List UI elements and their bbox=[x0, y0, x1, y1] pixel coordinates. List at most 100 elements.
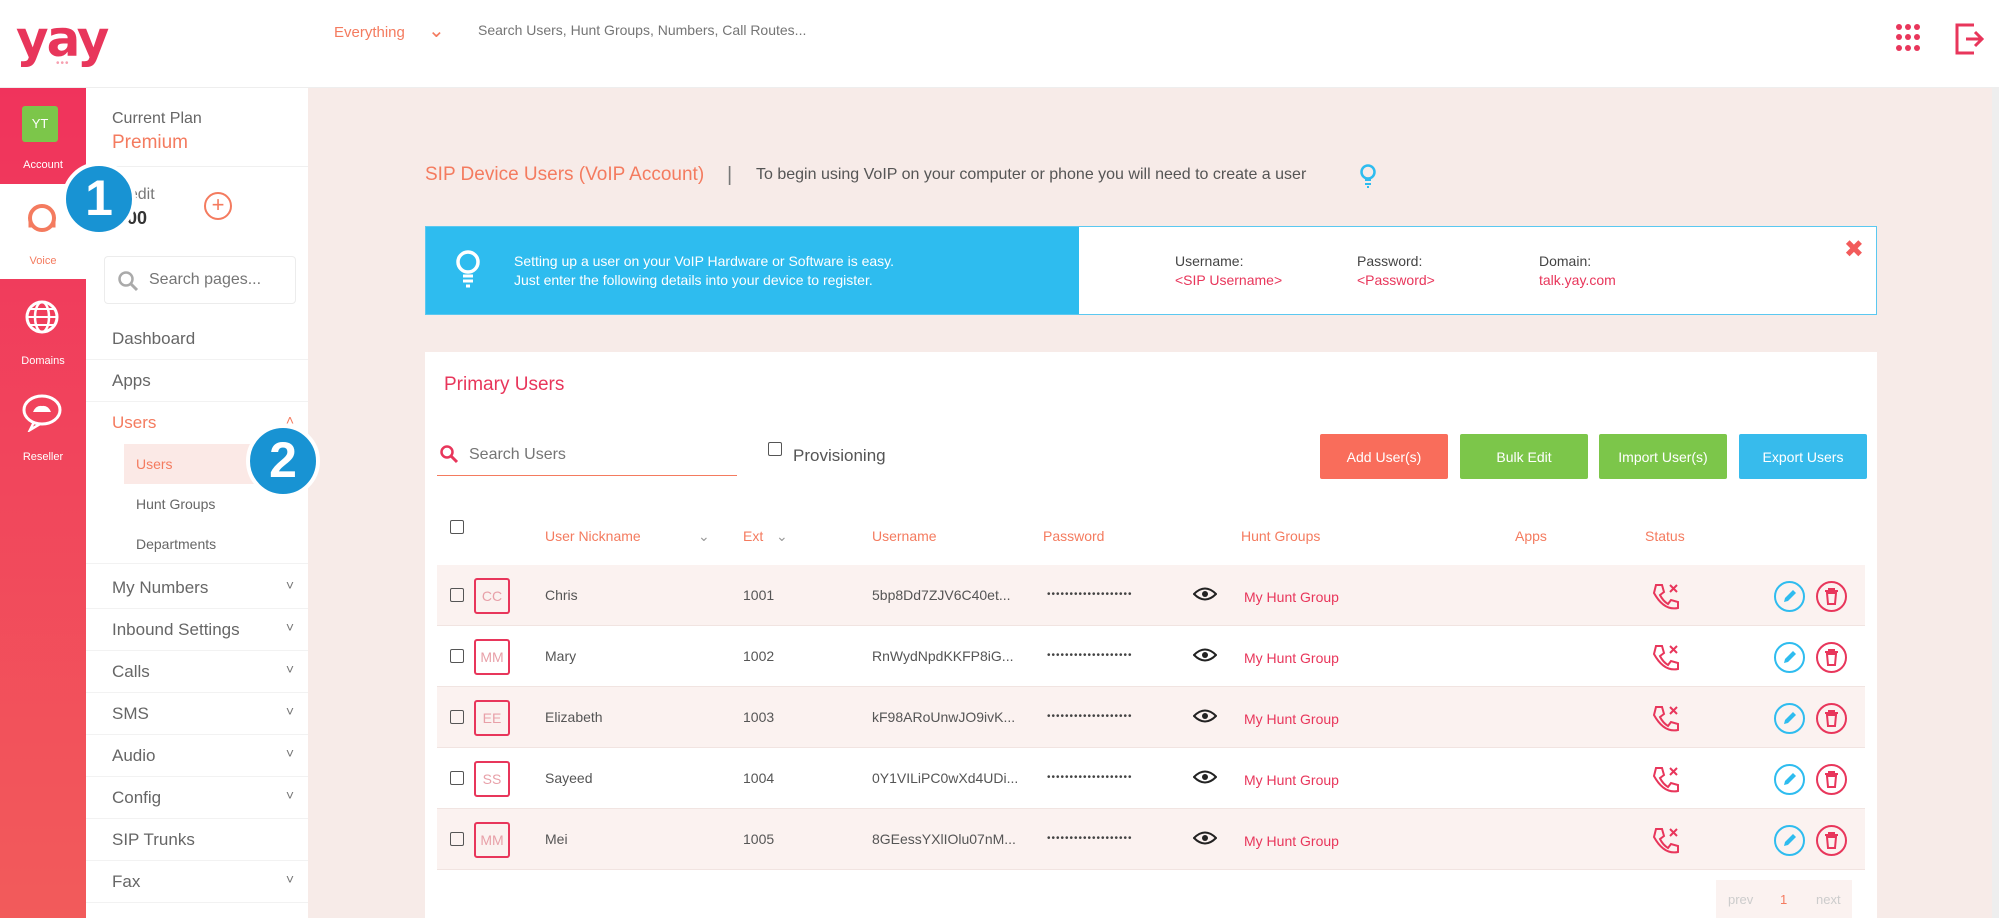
user-hunt-group-link[interactable]: My Hunt Group bbox=[1244, 650, 1339, 666]
global-search-input[interactable] bbox=[478, 22, 1178, 38]
nav-item-dashboard[interactable]: Dashboard bbox=[86, 318, 308, 360]
trash-icon bbox=[1825, 710, 1838, 727]
provisioning-label: Provisioning bbox=[793, 446, 886, 465]
edit-button[interactable] bbox=[1774, 764, 1805, 795]
nav-item-label: My Numbers bbox=[112, 578, 209, 597]
nav-search-input[interactable] bbox=[149, 271, 289, 289]
logo-dots-icon: ••• bbox=[56, 58, 70, 69]
plan-value[interactable]: Premium bbox=[112, 132, 188, 154]
username-label: Username: bbox=[1175, 253, 1244, 269]
edit-button[interactable] bbox=[1774, 581, 1805, 612]
avatar: MM bbox=[474, 822, 510, 858]
user-hunt-group-link[interactable]: My Hunt Group bbox=[1244, 772, 1339, 788]
import-users-button[interactable]: Import User(s) bbox=[1599, 434, 1727, 479]
chevron-down-icon[interactable]: ⌄ bbox=[776, 528, 788, 545]
avatar: MM bbox=[474, 639, 510, 675]
lightbulb-icon[interactable] bbox=[1359, 163, 1377, 189]
nav-search[interactable] bbox=[104, 256, 296, 304]
row-checkbox[interactable] bbox=[450, 832, 464, 846]
chevron-down-icon[interactable]: ⌄ bbox=[698, 528, 710, 545]
table-row[interactable]: MM Mary 1002 RnWydNpdKKFP8iG... ••••••••… bbox=[437, 626, 1865, 687]
search-scope-select[interactable]: Everything bbox=[334, 24, 405, 41]
column-header-nickname[interactable]: User Nickname bbox=[545, 528, 641, 544]
edit-button[interactable] bbox=[1774, 703, 1805, 734]
trash-icon bbox=[1825, 832, 1838, 849]
scrollbar[interactable] bbox=[1992, 88, 1999, 918]
delete-button[interactable] bbox=[1816, 825, 1847, 856]
export-users-button[interactable]: Export Users bbox=[1739, 434, 1867, 479]
rail-item-account[interactable]: YT Account bbox=[0, 88, 86, 183]
edit-button[interactable] bbox=[1774, 825, 1805, 856]
add-credit-button[interactable]: + bbox=[204, 192, 232, 220]
page-number[interactable]: 1 bbox=[1780, 892, 1787, 907]
delete-button[interactable] bbox=[1816, 764, 1847, 795]
user-hunt-group-link[interactable]: My Hunt Group bbox=[1244, 833, 1339, 849]
chevron-down-icon[interactable]: ⌄ bbox=[428, 18, 445, 43]
banner-info-panel: Setting up a user on your VoIP Hardware … bbox=[426, 227, 1079, 314]
edit-button[interactable] bbox=[1774, 642, 1805, 673]
close-icon[interactable]: ✖ bbox=[1844, 235, 1864, 264]
nav-item-my-numbers[interactable]: My Numbers ˅ bbox=[86, 567, 308, 609]
nav-item-sms[interactable]: SMS ˅ bbox=[86, 693, 308, 735]
select-all-checkbox[interactable] bbox=[450, 520, 464, 534]
table-row[interactable]: EE Elizabeth 1003 kF98ARoUnwJO9ivK... ••… bbox=[437, 687, 1865, 748]
rail-item-reseller[interactable]: Reseller bbox=[0, 380, 86, 475]
phone-missed-icon bbox=[1652, 767, 1679, 793]
nav-item-calls[interactable]: Calls ˅ bbox=[86, 651, 308, 693]
column-header-password: Password bbox=[1043, 528, 1105, 544]
rail-label: Reseller bbox=[22, 451, 64, 463]
globe-icon bbox=[25, 300, 59, 334]
eye-icon[interactable] bbox=[1193, 708, 1217, 724]
user-hunt-group-link[interactable]: My Hunt Group bbox=[1244, 589, 1339, 605]
user-username: kF98ARoUnwJO9ivK... bbox=[872, 709, 1016, 725]
delete-button[interactable] bbox=[1816, 642, 1847, 673]
nav-item-audio[interactable]: Audio ˅ bbox=[86, 735, 308, 777]
logout-icon[interactable] bbox=[1954, 22, 1984, 56]
user-search-input[interactable] bbox=[469, 446, 719, 464]
nav-sub-departments[interactable]: Departments bbox=[86, 524, 308, 564]
user-nickname: Elizabeth bbox=[545, 709, 603, 725]
prev-page-button[interactable]: prev bbox=[1728, 892, 1753, 907]
user-password: ••••••••••••••••••• bbox=[1047, 711, 1133, 722]
eye-icon[interactable] bbox=[1193, 647, 1217, 663]
nav-item-label: Calls bbox=[112, 662, 150, 681]
row-checkbox[interactable] bbox=[450, 649, 464, 663]
pencil-icon bbox=[1784, 590, 1796, 602]
eye-icon[interactable] bbox=[1193, 769, 1217, 785]
table-row[interactable]: MM Mei 1005 8GEessYXlIOlu07nM... •••••••… bbox=[437, 809, 1865, 870]
provisioning-checkbox[interactable] bbox=[768, 442, 782, 456]
add-users-button[interactable]: Add User(s) bbox=[1320, 434, 1448, 479]
column-header-hunt-groups: Hunt Groups bbox=[1241, 528, 1321, 544]
delete-button[interactable] bbox=[1816, 581, 1847, 612]
apps-grid-icon[interactable] bbox=[1896, 24, 1920, 52]
row-checkbox[interactable] bbox=[450, 771, 464, 785]
nav-item-sip-trunks[interactable]: SIP Trunks bbox=[86, 819, 308, 861]
trash-icon bbox=[1825, 588, 1838, 605]
nav-item-fax[interactable]: Fax ˅ bbox=[86, 861, 308, 903]
trash-icon bbox=[1825, 771, 1838, 788]
row-checkbox[interactable] bbox=[450, 710, 464, 724]
nav-item-apps[interactable]: Apps bbox=[86, 360, 308, 402]
eye-icon[interactable] bbox=[1193, 586, 1217, 602]
delete-button[interactable] bbox=[1816, 703, 1847, 734]
user-hunt-group-link[interactable]: My Hunt Group bbox=[1244, 711, 1339, 727]
phone-missed-icon bbox=[1652, 706, 1679, 732]
rail-item-domains[interactable]: Domains bbox=[0, 284, 86, 379]
bulk-edit-button[interactable]: Bulk Edit bbox=[1460, 434, 1588, 479]
eye-icon[interactable] bbox=[1193, 830, 1217, 846]
table-row[interactable]: CC Chris 1001 5bp8Dd7ZJV6C40et... ••••••… bbox=[437, 565, 1865, 626]
headset-icon bbox=[28, 204, 56, 232]
nav-item-inbound-settings[interactable]: Inbound Settings ˅ bbox=[86, 609, 308, 651]
nav-item-config[interactable]: Config ˅ bbox=[86, 777, 308, 819]
user-search[interactable] bbox=[437, 436, 737, 476]
column-header-ext[interactable]: Ext bbox=[743, 528, 763, 544]
table-row[interactable]: SS Sayeed 1004 0Y1VILiPC0wXd4UDi... ••••… bbox=[437, 748, 1865, 809]
nav-sub-label: Hunt Groups bbox=[136, 496, 216, 512]
next-page-button[interactable]: next bbox=[1816, 892, 1841, 907]
user-ext: 1002 bbox=[743, 648, 775, 664]
chevron-down-icon: ˅ bbox=[285, 619, 294, 635]
avatar: EE bbox=[474, 700, 510, 736]
row-checkbox[interactable] bbox=[450, 588, 464, 602]
avatar: SS bbox=[474, 761, 510, 797]
domain-label: Domain: bbox=[1539, 253, 1592, 269]
